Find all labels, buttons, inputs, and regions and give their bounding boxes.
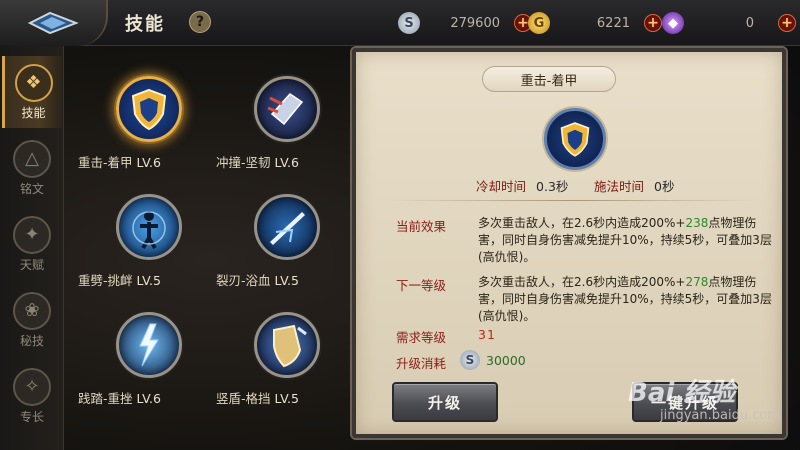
currency-gem: ◆ 0 + bbox=[662, 10, 796, 36]
watermark-url: jingyan.baidu.com bbox=[660, 408, 780, 423]
lotus-icon: ❀ bbox=[13, 291, 51, 330]
next-level-label: 下一等级 bbox=[396, 278, 447, 293]
sidebar: ❖ 技能 △ 铭文 ✦ 天赋 ❀ 秘技 ✧ 专长 bbox=[0, 46, 64, 450]
skill-name: 竖盾-格挡 LV.5 bbox=[216, 391, 299, 406]
cast-time: 施法时间 0秒 bbox=[594, 179, 675, 194]
required-level-label: 需求等级 bbox=[396, 330, 447, 345]
skill-name: 践踏-重挫 LV.6 bbox=[78, 391, 161, 406]
skill-slot-raised-shield[interactable]: 竖盾-格挡 LV.5 bbox=[216, 312, 346, 422]
cooldown-time: 冷却时间 0.3秒 bbox=[476, 179, 569, 194]
watermark-logo: Bai 经验 bbox=[628, 378, 736, 408]
gem-amount: 0 bbox=[745, 15, 754, 31]
skill-screen: 技能 ? S 279600 + G 6221 + ◆ 0 + ❖ 技能 △ 铭文… bbox=[0, 0, 800, 450]
next-level-text: 多次重击敌人，在2.6秒内造成200%+278点物理伤害，同时自身伤害减免提升1… bbox=[478, 275, 772, 323]
blade-icon bbox=[254, 194, 320, 260]
skill-detail-title: 重击-着甲 bbox=[482, 66, 616, 92]
currency-silver: S 279600 + bbox=[398, 10, 532, 36]
skill-name: 重击-着甲 LV.6 bbox=[78, 155, 161, 170]
gem-icon: ◆ bbox=[662, 12, 684, 34]
top-bar: 技能 ? S 279600 + G 6221 + ◆ 0 + bbox=[0, 0, 800, 46]
silver-coin-icon: S bbox=[460, 350, 480, 370]
triangle-rune-icon: △ bbox=[13, 139, 51, 178]
skill-slot-stomp[interactable]: 践踏-重挫 LV.6 bbox=[78, 312, 208, 422]
warrior-icon bbox=[116, 194, 182, 260]
crest-icon: ✧ bbox=[13, 367, 51, 406]
shield-icon bbox=[116, 76, 182, 142]
current-effect-label: 当前效果 bbox=[396, 219, 447, 234]
skill-slot-heavy-strike[interactable]: 重击-着甲 LV.6 bbox=[78, 76, 208, 186]
gold-coin-icon: G bbox=[528, 12, 550, 34]
back-button[interactable] bbox=[0, 0, 108, 46]
upgrade-cost: S 30000 bbox=[460, 350, 526, 370]
sidebar-item-label: 铭文 bbox=[19, 181, 44, 196]
upgrade-button[interactable]: 升级 bbox=[392, 382, 498, 422]
sidebar-item-inscription[interactable]: △ 铭文 bbox=[2, 132, 62, 204]
skill-name: 冲撞-坚韧 LV.6 bbox=[216, 155, 299, 170]
sidebar-item-specialty[interactable]: ✧ 专长 bbox=[2, 360, 62, 432]
lightning-icon bbox=[116, 312, 182, 378]
upgrade-cost-label: 升级消耗 bbox=[396, 356, 447, 371]
skill-name: 重劈-挑衅 LV.5 bbox=[78, 273, 161, 288]
silver-amount: 279600 bbox=[450, 15, 500, 31]
help-button[interactable]: ? bbox=[189, 11, 211, 33]
current-effect-text: 多次重击敌人，在2.6秒内造成200%+238点物理伤害，同时自身伤害减免提升1… bbox=[478, 216, 772, 264]
page-title: 技能 bbox=[125, 14, 165, 35]
divider bbox=[386, 200, 758, 201]
sidebar-item-label: 技能 bbox=[21, 105, 46, 120]
book-icon: ❖ bbox=[14, 63, 53, 102]
wings-icon: ✦ bbox=[13, 215, 51, 254]
silver-coin-icon: S bbox=[398, 12, 420, 34]
sidebar-item-secret-skill[interactable]: ❀ 秘技 bbox=[2, 284, 62, 356]
sidebar-item-label: 秘技 bbox=[19, 333, 44, 348]
skill-slot-charge[interactable]: 冲撞-坚韧 LV.6 bbox=[216, 76, 346, 186]
add-gem-button[interactable]: + bbox=[778, 14, 796, 32]
skill-slot-heavy-cleave[interactable]: 重劈-挑衅 LV.5 bbox=[78, 194, 208, 304]
upgrade-cost-value: 30000 bbox=[486, 352, 526, 368]
raised-shield-icon bbox=[254, 312, 320, 378]
gold-amount: 6221 bbox=[596, 15, 630, 31]
sidebar-item-talent[interactable]: ✦ 天赋 bbox=[2, 208, 62, 280]
skill-slot-rending-blade[interactable]: 裂刃-浴血 LV.5 bbox=[216, 194, 346, 304]
sidebar-item-label: 专长 bbox=[19, 409, 44, 424]
sidebar-item-label: 天赋 bbox=[19, 257, 44, 272]
add-gold-button[interactable]: + bbox=[644, 14, 662, 32]
skill-name: 裂刃-浴血 LV.5 bbox=[216, 273, 299, 288]
shield-icon bbox=[544, 108, 606, 170]
charge-icon bbox=[254, 76, 320, 142]
currency-gold: G 6221 + bbox=[528, 10, 662, 36]
sidebar-item-skills[interactable]: ❖ 技能 bbox=[2, 56, 62, 128]
back-arrow-icon bbox=[27, 11, 79, 35]
required-level-value: 31 bbox=[478, 327, 496, 342]
